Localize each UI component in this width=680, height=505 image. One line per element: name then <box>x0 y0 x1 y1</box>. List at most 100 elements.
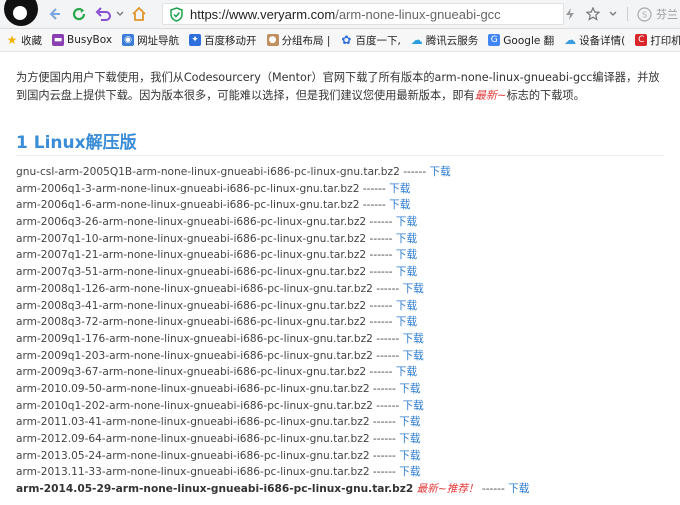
undo-button[interactable] <box>93 3 115 25</box>
nav-icon: ◉ <box>122 34 135 46</box>
avatar-icon: S <box>636 6 652 22</box>
download-link[interactable]: 下载 <box>399 433 420 445</box>
file-name: arm-2009q1-203-arm-none-linux-gnueabi-i6… <box>16 349 373 362</box>
download-row: arm-2006q1-3-arm-none-linux-gnueabi-i686… <box>16 181 666 198</box>
undo-dropdown[interactable] <box>115 3 125 25</box>
back-arrow-icon <box>49 8 60 20</box>
download-link[interactable]: 下载 <box>430 166 451 178</box>
file-name: arm-2013.11-33-arm-none-linux-gnueabi-i6… <box>16 466 370 479</box>
bookmark-item[interactable]: ● 分组布局 | <box>266 33 330 48</box>
page-scrollbar[interactable] <box>666 52 680 505</box>
bookmark-item[interactable]: ★ 收藏 <box>6 33 42 48</box>
bookmark-item[interactable]: ▬ BusyBox <box>52 34 112 46</box>
row-separator: ------ <box>359 199 390 212</box>
intro-text-end: 标志的下载项。 <box>506 89 585 102</box>
browser-menu-button[interactable] <box>0 0 40 28</box>
busybox-icon: ▬ <box>52 34 64 46</box>
file-name: arm-2007q1-10-arm-none-linux-gnueabi-i68… <box>16 232 367 245</box>
browser-toolbar: https://www.veryarm.com/arm-none-linux-g… <box>0 0 680 29</box>
download-link[interactable]: 下载 <box>396 316 417 328</box>
bookmark-label: 百度移动开 <box>204 34 257 47</box>
file-name: arm-2010.09-50-arm-none-linux-gnueabi-i6… <box>16 382 370 395</box>
bookmark-item[interactable]: G Google 翻 <box>488 33 554 48</box>
download-row: arm-2013.11-33-arm-none-linux-gnueabi-i6… <box>16 464 666 481</box>
c-icon: C <box>635 34 648 46</box>
download-link[interactable]: 下载 <box>399 383 420 395</box>
file-name: arm-2007q1-21-arm-none-linux-gnueabi-i68… <box>16 249 367 262</box>
url-path: /arm-none-linux-gnueabi-gcc <box>335 6 501 22</box>
row-separator: ------ <box>369 449 400 462</box>
file-name: arm-2006q1-3-arm-none-linux-gnueabi-i686… <box>16 182 360 195</box>
url-text: https://www.veryarm.com/arm-none-linux-g… <box>190 7 501 22</box>
download-link[interactable]: 下载 <box>403 333 424 345</box>
bookmark-item[interactable]: ✦ 百度移动开 <box>189 33 257 48</box>
file-name: arm-2006q3-26-arm-none-linux-gnueabi-i68… <box>16 216 367 229</box>
paw-icon: ✿ <box>341 33 352 47</box>
download-link[interactable]: 下载 <box>403 400 424 412</box>
page-content: 为方便国内用户下载使用，我们从Codesourcery（Mentor）官网下载了… <box>0 52 680 505</box>
chevron-down-icon <box>609 11 617 16</box>
cat-icon: ● <box>266 34 279 46</box>
download-list: gnu-csl-arm-2005Q1B-arm-none-linux-gnuea… <box>16 164 666 498</box>
bookmark-item[interactable]: ☁ 设备详情( <box>564 33 625 48</box>
refresh-button[interactable] <box>68 3 90 25</box>
download-row: arm-2008q1-126-arm-none-linux-gnueabi-i6… <box>16 281 666 298</box>
download-link[interactable]: 下载 <box>399 466 420 478</box>
bookmark-item[interactable]: C打印机移植 <box>635 33 680 48</box>
download-row: arm-2009q1-203-arm-none-linux-gnueabi-i6… <box>16 348 666 365</box>
file-name: arm-2009q1-176-arm-none-linux-gnueabi-i6… <box>16 332 373 345</box>
download-link[interactable]: 下载 <box>396 249 417 261</box>
download-row: arm-2007q1-21-arm-none-linux-gnueabi-i68… <box>16 247 666 264</box>
row-separator: ------ <box>359 182 390 195</box>
download-link[interactable]: 下载 <box>389 199 410 211</box>
user-avatar-button[interactable]: S <box>634 3 654 25</box>
home-icon <box>132 6 146 21</box>
address-bar[interactable]: https://www.veryarm.com/arm-none-linux-g… <box>162 3 564 25</box>
file-name: arm-2013.05-24-arm-none-linux-gnueabi-i6… <box>16 449 370 462</box>
download-link[interactable]: 下载 <box>389 183 410 195</box>
separator-divider <box>623 3 631 25</box>
row-separator: ------ <box>369 382 400 395</box>
user-label: 芬兰 <box>656 8 678 21</box>
download-link[interactable]: 下载 <box>399 416 420 428</box>
file-name: arm-2010q1-202-arm-none-linux-gnueabi-i6… <box>16 399 373 412</box>
bookmark-item[interactable]: ☁ 腾讯云服务 <box>411 33 479 48</box>
bookmark-item[interactable]: ◉ 网址导航 <box>122 33 179 48</box>
row-separator: ------ <box>366 266 396 279</box>
file-name: arm-2007q3-51-arm-none-linux-gnueabi-i68… <box>16 266 367 279</box>
row-separator: ------ <box>372 349 403 362</box>
row-separator: ------ <box>366 232 396 245</box>
undo-icon <box>95 7 111 21</box>
download-row: arm-2007q1-10-arm-none-linux-gnueabi-i68… <box>16 231 666 248</box>
row-separator: ------ <box>372 282 403 295</box>
file-name: gnu-csl-arm-2005Q1B-arm-none-linux-gnuea… <box>16 166 400 178</box>
download-link[interactable]: 下载 <box>403 350 424 362</box>
download-link[interactable]: 下载 <box>396 266 417 278</box>
home-button[interactable] <box>128 3 150 25</box>
bookmark-star-button[interactable] <box>583 3 603 25</box>
bookmark-item[interactable]: ✿ 百度一下, <box>340 33 400 48</box>
bookmark-label: 腾讯云服务 <box>425 34 479 47</box>
download-row: arm-2013.05-24-arm-none-linux-gnueabi-i6… <box>16 448 666 465</box>
lightning-icon <box>566 8 574 20</box>
download-row: arm-2006q3-26-arm-none-linux-gnueabi-i68… <box>16 214 666 231</box>
download-link[interactable]: 下载 <box>396 300 417 312</box>
download-link[interactable]: 下载 <box>403 283 424 295</box>
address-dropdown[interactable] <box>606 3 620 25</box>
download-link[interactable]: 下载 <box>399 450 420 462</box>
lightning-button[interactable] <box>560 3 580 25</box>
file-name: arm-2009q3-67-arm-none-linux-gnueabi-i68… <box>16 366 367 379</box>
star-icon: ★ <box>6 33 18 47</box>
download-link[interactable]: 下载 <box>396 366 417 378</box>
download-row: arm-2008q3-72-arm-none-linux-gnueabi-i68… <box>16 314 666 331</box>
download-link[interactable]: 下载 <box>396 216 417 228</box>
row-separator: ------ <box>369 466 400 479</box>
row-separator: ------ <box>366 249 396 262</box>
row-separator: ------ <box>399 166 430 178</box>
browser-logo-icon <box>4 0 38 26</box>
section-title: 1 Linux解压版 <box>16 133 137 153</box>
back-button[interactable] <box>43 3 65 25</box>
download-link[interactable]: 下载 <box>396 233 417 245</box>
download-link[interactable]: 下载 <box>508 483 529 495</box>
row-separator: ------ <box>366 299 396 312</box>
